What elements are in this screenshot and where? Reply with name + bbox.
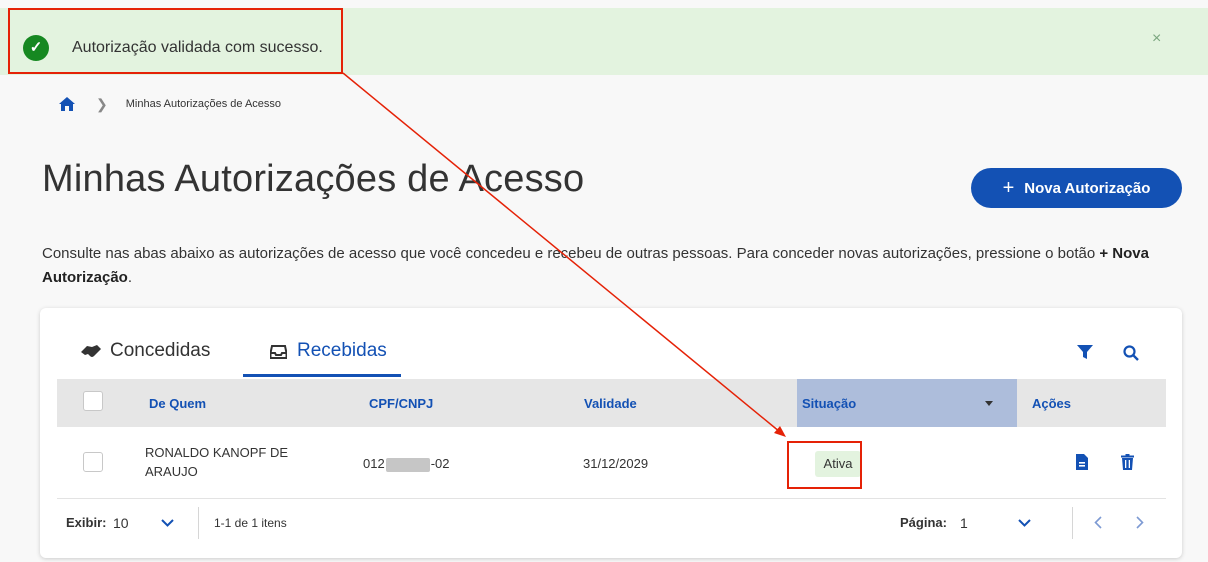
inbox-icon <box>270 344 287 359</box>
tab-concedidas-label: Concedidas <box>110 340 211 361</box>
page-title: Minhas Autorizações de Acesso <box>42 158 585 200</box>
cpf-suffix: -02 <box>430 456 450 471</box>
breadcrumb-current: Minhas Autorizações de Acesso <box>125 98 282 110</box>
header-validade[interactable]: Validade <box>584 396 637 411</box>
chevron-down-icon[interactable] <box>1018 519 1031 527</box>
document-icon[interactable] <box>1076 454 1088 470</box>
filter-icon[interactable] <box>1077 345 1093 360</box>
header-de-quem[interactable]: De Quem <box>149 396 206 411</box>
breadcrumb: ❯ Minhas Autorizações de Acesso <box>58 94 281 114</box>
row-cpf: 012 -02 <box>363 456 450 472</box>
description-text: Consulte nas abas abaixo as autorizações… <box>42 245 1096 262</box>
show-label: Exibir: <box>66 515 107 530</box>
header-situacao: Situação <box>802 396 857 411</box>
select-all-checkbox[interactable] <box>83 391 103 411</box>
trash-icon[interactable] <box>1121 454 1134 470</box>
page-label: Página: <box>900 515 947 530</box>
page-description: Consulte nas abas abaixo as autorizações… <box>42 245 1149 286</box>
header-situacao-sorted[interactable]: Situação <box>797 379 1017 427</box>
divider <box>198 507 199 539</box>
header-cpf[interactable]: CPF/CNPJ <box>369 396 433 411</box>
table-header: De Quem CPF/CNPJ Validade Situação Ações <box>57 379 1166 427</box>
chevron-right-icon: ❯ <box>96 95 108 112</box>
pagination-bar: Exibir: 10 1-1 de 1 itens Página: 1 <box>57 498 1166 546</box>
home-icon[interactable] <box>58 96 76 112</box>
highlight-box-alert <box>8 8 343 74</box>
plus-icon: + <box>1002 177 1015 199</box>
tab-recebidas[interactable]: Recebidas <box>270 340 387 362</box>
cpf-prefix: 012 <box>363 456 385 471</box>
page-value[interactable]: 1 <box>960 515 968 531</box>
tab-recebidas-label: Recebidas <box>297 340 387 361</box>
row-checkbox[interactable] <box>83 452 103 472</box>
chevron-down-icon[interactable] <box>161 519 174 527</box>
chevron-right-icon[interactable] <box>1136 516 1144 529</box>
tab-concedidas[interactable]: Concedidas <box>80 340 210 362</box>
close-icon[interactable]: × <box>1152 30 1161 48</box>
highlight-box-status <box>787 441 862 489</box>
handshake-icon <box>81 345 101 357</box>
cpf-redacted <box>385 457 430 472</box>
row-name: RONALDO KANOPF DE ARAUJO <box>145 445 289 479</box>
items-range: 1-1 de 1 itens <box>214 516 287 530</box>
description-plus-icon: + <box>1099 245 1113 262</box>
active-tab-indicator <box>243 374 401 377</box>
header-acoes: Ações <box>1032 396 1072 411</box>
table-row: RONALDO KANOPF DE ARAUJO 012 -02 31/12/20… <box>57 427 1166 499</box>
row-validity: 31/12/2029 <box>583 456 649 471</box>
authorizations-card: Concedidas Recebidas De Quem CPF/CNPJ Va… <box>40 308 1182 558</box>
divider <box>1072 507 1073 539</box>
new-authorization-button[interactable]: + Nova Autorização <box>971 168 1182 208</box>
new-authorization-label: Nova Autorização <box>1024 179 1151 197</box>
per-page-value[interactable]: 10 <box>113 515 129 531</box>
chevron-left-icon[interactable] <box>1094 516 1102 529</box>
sort-desc-icon <box>985 401 993 406</box>
search-icon[interactable] <box>1123 345 1139 361</box>
